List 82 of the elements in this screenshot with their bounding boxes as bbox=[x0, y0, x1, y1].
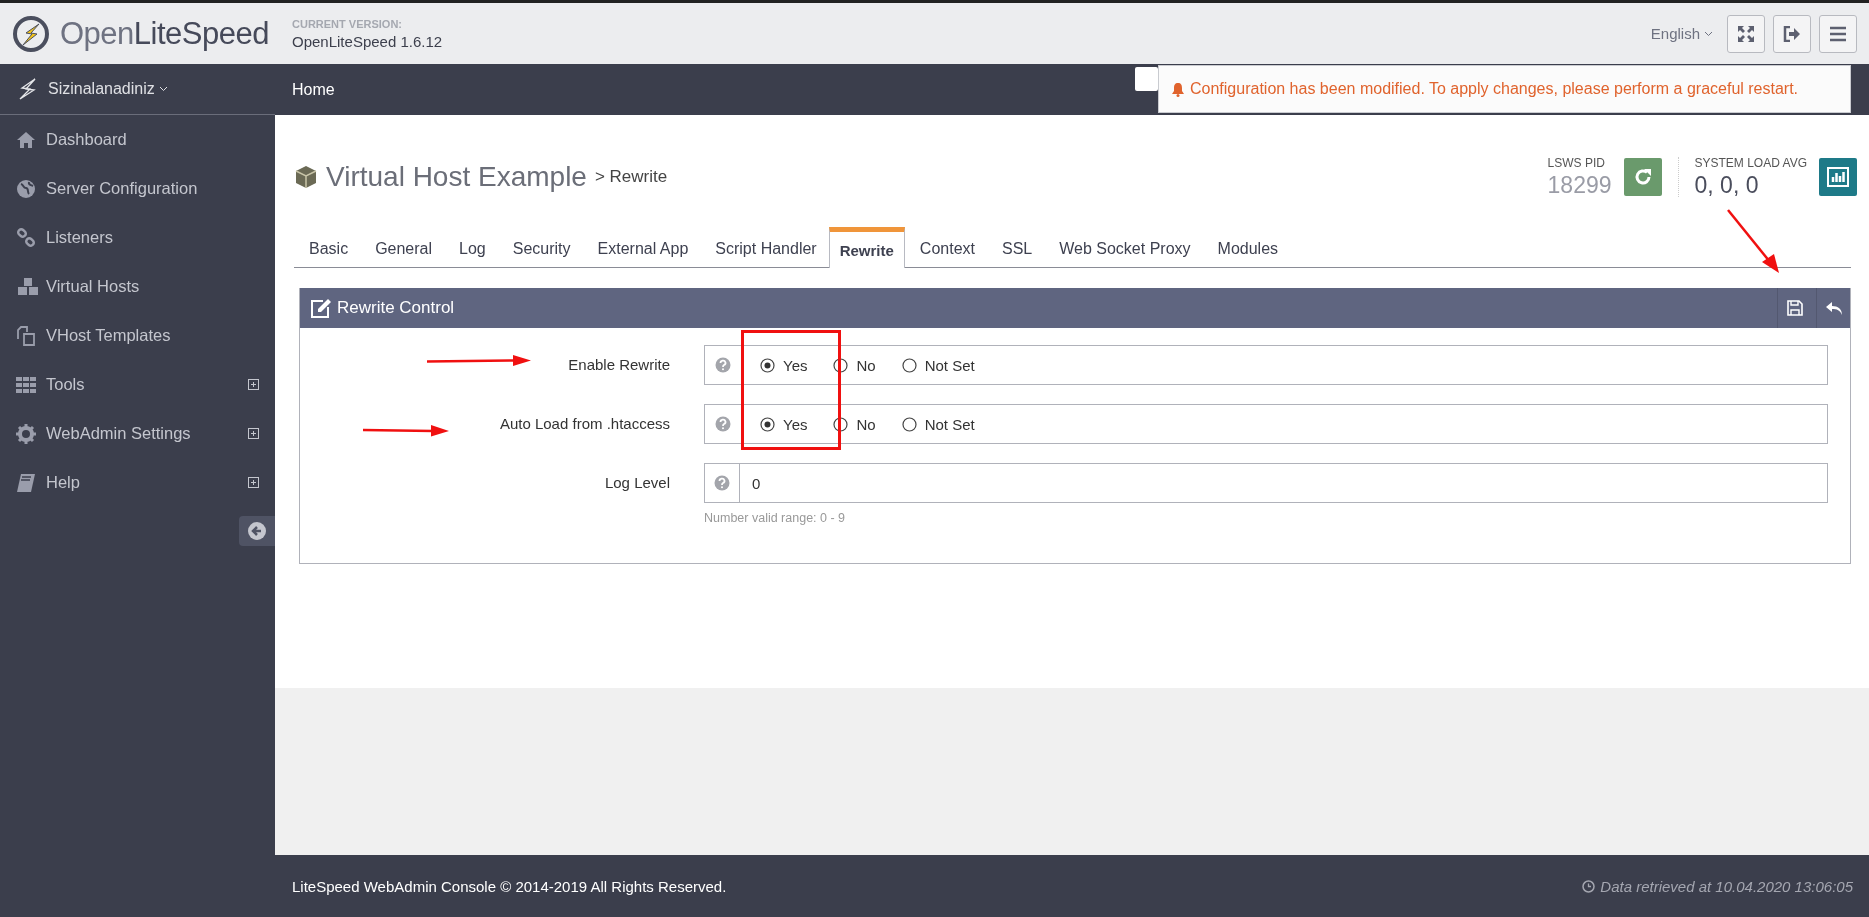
bell-icon bbox=[1171, 81, 1185, 97]
input-field[interactable]: 0 bbox=[740, 463, 1828, 503]
tab[interactable]: Script Handler bbox=[700, 240, 829, 267]
chart-button[interactable] bbox=[1819, 158, 1857, 196]
cubes-icon bbox=[16, 276, 40, 297]
grid-icon bbox=[16, 376, 36, 393]
field-label: Enable Rewrite bbox=[568, 356, 670, 373]
radio-label: Not Set bbox=[924, 415, 975, 433]
radio-button[interactable] bbox=[833, 357, 849, 373]
stat-label: LSWS PID bbox=[1547, 155, 1605, 170]
logout-icon bbox=[1783, 25, 1801, 42]
copyright-text: LiteSpeed WebAdmin Console © 2014-2019 All Rights Reserved. bbox=[292, 877, 727, 895]
collapse-button[interactable] bbox=[239, 516, 275, 546]
field-label: Auto Load from .htaccess bbox=[499, 415, 670, 432]
globe-icon bbox=[16, 178, 36, 199]
lightning-icon bbox=[18, 77, 38, 101]
copy-icon bbox=[16, 325, 36, 346]
tab[interactable]: General bbox=[360, 240, 445, 267]
tab[interactable]: Modules bbox=[1202, 240, 1291, 267]
load-value: 0, 0, 0 bbox=[1694, 171, 1759, 199]
radio-button[interactable] bbox=[760, 416, 775, 432]
logout-button[interactable] bbox=[1773, 14, 1811, 53]
chevron-icon bbox=[1704, 30, 1713, 37]
version-text: OpenLiteSpeed 1.6.12 bbox=[292, 32, 443, 50]
radio-label: No bbox=[856, 415, 876, 433]
fullscreen-icon bbox=[1737, 24, 1755, 43]
tab[interactable]: Security bbox=[497, 240, 583, 267]
fullscreen-button[interactable] bbox=[1727, 14, 1765, 53]
stat-label: SYSTEM LOAD AVG bbox=[1694, 155, 1807, 170]
pid-value: 18299 bbox=[1547, 171, 1612, 199]
tab[interactable]: Web Socket Proxy bbox=[1044, 240, 1203, 267]
page-title: Virtual Host Example bbox=[326, 161, 587, 193]
radio-label: No bbox=[856, 356, 876, 374]
bar-chart-icon bbox=[1827, 167, 1849, 187]
panel-title: Rewrite Control bbox=[337, 298, 456, 318]
radio-label: Yes bbox=[783, 415, 808, 433]
radio-button[interactable] bbox=[901, 357, 917, 373]
tab[interactable]: External App bbox=[582, 240, 701, 267]
notification-text: Configuration has been modified. To apply changes, please perform a graceful restart. bbox=[1190, 80, 1799, 98]
tab[interactable]: Basic bbox=[294, 240, 361, 267]
sidebar-item[interactable]: VHost Templates bbox=[0, 311, 275, 360]
chevron-icon bbox=[158, 86, 168, 92]
tab[interactable]: SSL bbox=[987, 240, 1045, 267]
radio-button[interactable] bbox=[760, 357, 775, 373]
tab[interactable]: Rewrite bbox=[828, 227, 905, 268]
radio-label: Not Set bbox=[924, 356, 975, 374]
hint-text: Number valid range: 0 - 9 bbox=[704, 511, 847, 525]
floppy-disk-icon bbox=[1786, 300, 1803, 316]
annotation-arrow bbox=[1727, 209, 1779, 273]
sidebar-item[interactable]: Help bbox=[0, 458, 275, 507]
menu-button[interactable] bbox=[1819, 14, 1857, 53]
radio-button[interactable] bbox=[901, 416, 917, 432]
gear-icon bbox=[16, 423, 36, 444]
link-icon bbox=[16, 227, 36, 248]
sidebar-item[interactable]: Listeners bbox=[0, 213, 275, 262]
clock-icon bbox=[1582, 879, 1596, 893]
edit-icon bbox=[310, 298, 332, 318]
arrow-left-icon bbox=[247, 521, 267, 541]
language-dropdown[interactable]: English bbox=[1650, 25, 1713, 42]
sidebar-item[interactable]: Virtual Hosts bbox=[0, 262, 275, 311]
cube-icon bbox=[294, 165, 318, 189]
reply-arrow-icon bbox=[1824, 300, 1843, 316]
restart-button[interactable] bbox=[1623, 158, 1662, 196]
tab[interactable]: Log bbox=[444, 240, 498, 267]
home-icon bbox=[16, 130, 36, 149]
retrieved-time: Data retrieved at 10.04.2020 13:06:05 bbox=[1600, 877, 1853, 895]
page-subtitle: > Rewrite bbox=[594, 167, 668, 187]
tab[interactable]: Context bbox=[904, 240, 987, 267]
sidebar-item[interactable]: Dashboard bbox=[0, 115, 275, 164]
app-logo: OpenLiteSpeed bbox=[60, 15, 269, 52]
sidebar-item[interactable]: WebAdmin Settings bbox=[0, 409, 275, 458]
book-icon bbox=[16, 472, 36, 493]
version-label: CURRENT VERSION: bbox=[292, 17, 403, 30]
field-label: Log Level bbox=[604, 474, 670, 491]
radio-label: Yes bbox=[783, 356, 808, 374]
radio-button[interactable] bbox=[833, 416, 849, 432]
sidebar-item[interactable]: Server Configuration bbox=[0, 164, 275, 213]
server-dropdown[interactable]: Sizinalanadiniz bbox=[48, 80, 168, 98]
lightning-logo-icon bbox=[12, 14, 50, 53]
breadcrumb-link[interactable]: Home bbox=[292, 80, 335, 99]
sidebar-item[interactable]: Tools bbox=[0, 360, 275, 409]
menu-icon bbox=[1829, 25, 1847, 42]
